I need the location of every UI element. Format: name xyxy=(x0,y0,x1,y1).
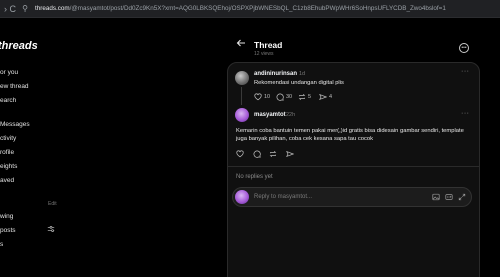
heart-icon[interactable] xyxy=(236,150,244,158)
comment-button[interactable]: 30 xyxy=(276,93,292,101)
sidebar-item-messages[interactable]: Messages xyxy=(0,121,30,128)
expand-icon[interactable] xyxy=(458,193,466,201)
comment-count: 30 xyxy=(286,94,293,100)
post-time: 1d xyxy=(299,71,306,77)
gif-icon[interactable] xyxy=(445,193,453,201)
heart-icon xyxy=(254,93,262,101)
like-count: 10 xyxy=(264,94,271,100)
repost-icon xyxy=(298,93,306,101)
share-button[interactable]: 4 xyxy=(319,93,332,101)
url-field[interactable]: threads.com/@masyamtot/post/Dd0Zc9Kn5X?x… xyxy=(35,5,495,12)
repost-icon[interactable] xyxy=(269,150,277,158)
post-more-icon[interactable]: ··· xyxy=(461,110,470,117)
sidebar-item-profile[interactable]: rofile xyxy=(0,149,14,156)
avatar[interactable] xyxy=(235,71,249,85)
no-replies-text: No replies yet xyxy=(236,174,273,180)
sidebar-item-new-thread[interactable]: ew thread xyxy=(0,83,29,90)
reply-placeholder: Reply to masyamtot... xyxy=(254,194,313,200)
post-text-line: juga banyak pilihan, coba cek kesana sap… xyxy=(236,136,373,142)
repost-count: 5 xyxy=(308,94,312,100)
send-icon[interactable] xyxy=(286,150,294,158)
feed-settings-icon[interactable] xyxy=(47,225,55,233)
comment-icon xyxy=(276,93,284,101)
sidebar-edit-link[interactable]: Edit xyxy=(48,201,57,207)
sidebar-item-more[interactable]: s xyxy=(0,241,3,248)
thread-connector-line xyxy=(241,87,242,105)
sidebar-item-search[interactable]: earch xyxy=(0,97,16,104)
post-text-line: Kemarin coba bantuin temen pakai mer(,)i… xyxy=(236,128,464,134)
view-count: 12 views xyxy=(254,51,274,57)
post-username[interactable]: masyamtot xyxy=(254,112,286,118)
site-settings-icon[interactable]: ⚲ xyxy=(20,4,30,14)
share-count: 4 xyxy=(329,94,333,100)
avatar xyxy=(235,190,249,204)
browser-address-bar: › C ⚲ threads.com/@masyamtot/post/Dd0Zc9… xyxy=(0,0,500,18)
comment-icon[interactable] xyxy=(253,150,261,158)
back-arrow-icon[interactable] xyxy=(236,38,246,51)
sidebar-item-insights[interactable]: eights xyxy=(0,163,17,170)
like-button[interactable]: 10 xyxy=(254,93,270,101)
post-username[interactable]: andininurinsan xyxy=(254,71,297,77)
sidebar-item-posts[interactable]: posts xyxy=(0,227,16,234)
post-text: Rekomendasi undangan digital plis xyxy=(254,80,344,86)
sidebar-item-following[interactable]: wing xyxy=(0,213,13,220)
send-icon xyxy=(319,93,327,101)
image-icon[interactable] xyxy=(432,193,440,201)
browser-nav-buttons[interactable]: › C xyxy=(0,4,20,14)
page-title: Thread xyxy=(254,40,283,50)
sidebar-item-saved[interactable]: aved xyxy=(0,177,14,184)
sidebar-item-for-you[interactable]: or you xyxy=(0,69,18,76)
divider xyxy=(228,166,479,167)
more-options-icon[interactable]: ••• xyxy=(459,43,469,53)
repost-button[interactable]: 5 xyxy=(298,93,311,101)
sidebar-item-activity[interactable]: ctivity xyxy=(0,135,16,142)
sidebar: threads or you ew thread earch Messages … xyxy=(0,18,70,277)
threads-logo[interactable]: threads xyxy=(0,40,38,52)
post-more-icon[interactable]: ··· xyxy=(461,68,470,75)
avatar[interactable] xyxy=(235,108,249,122)
post-time: 22h xyxy=(286,112,296,118)
